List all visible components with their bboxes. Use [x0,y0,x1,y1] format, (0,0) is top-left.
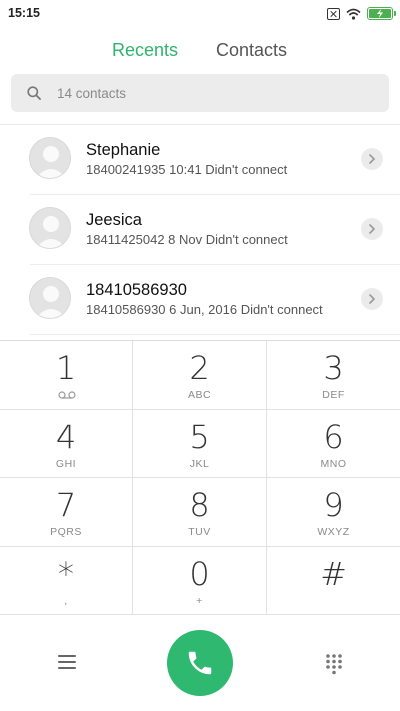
phone-icon [188,651,212,675]
avatar [29,137,71,179]
search-icon [27,86,41,100]
voicemail-icon [58,391,76,399]
key-digit: 2 [189,349,210,387]
contact-name: 18410586930 [86,281,187,299]
avatar [29,277,71,319]
wifi-icon [346,8,361,20]
status-bar: 15:15 [0,0,400,28]
recents-list: Stephanie 18400241935 10:41 Didn't conne… [0,125,400,335]
key-digit: 1 [55,349,77,387]
battery-charging-icon [367,7,396,20]
contact-name: Jeesica [86,211,142,229]
bottom-action-bar [0,615,400,711]
contact-details-button[interactable] [361,148,383,170]
key-letters: JKL [189,458,210,470]
tab-recents[interactable]: Recents [112,40,178,61]
key-letters: + [196,595,203,607]
chevron-right-icon [369,154,376,164]
key-letters: PQRS [50,526,82,538]
dial-key-hash[interactable]: # [267,547,400,615]
dial-key-7[interactable]: 7 PQRS [0,478,133,547]
dial-key-4[interactable]: 4 GHI [0,410,133,478]
dial-key-6[interactable]: 6 MNO [267,410,400,478]
chevron-right-icon [369,294,376,304]
notification-box-icon [327,7,340,20]
contact-details-button[interactable] [361,288,383,310]
key-digit: 5 [189,418,210,456]
status-time: 15:15 [8,6,40,20]
key-digit: # [320,555,347,593]
tab-bar: Recents Contacts [0,40,400,64]
key-digit: 6 [323,418,344,456]
dial-key-0[interactable]: 0 + [133,547,267,615]
call-detail: 18400241935 10:41 Didn't connect [86,162,288,177]
key-letters: TUV [188,526,211,538]
key-letters: , [64,595,68,607]
key-digit: 9 [323,486,344,524]
menu-icon[interactable] [58,655,76,671]
key-digit: 3 [323,349,344,387]
contact-details-button[interactable] [361,218,383,240]
recent-call-row[interactable]: Jeesica 18411425042 8 Nov Didn't connect [0,195,400,265]
key-letters: WXYZ [317,526,350,538]
key-digit: * [58,555,74,593]
dial-key-2[interactable]: 2 ABC [133,341,267,410]
contact-name: Stephanie [86,141,161,159]
recent-call-row[interactable]: 18410586930 18410586930 6 Jun, 2016 Didn… [0,265,400,335]
person-icon [36,286,66,318]
key-letters: DEF [322,389,345,401]
search-input[interactable] [57,74,357,112]
search-bar[interactable] [11,74,389,112]
tab-contacts[interactable]: Contacts [216,40,287,61]
key-digit: 0 [189,555,210,593]
dial-key-star[interactable]: * , [0,547,133,615]
call-button[interactable] [167,630,233,696]
chevron-right-icon [369,224,376,234]
status-icons [327,7,396,20]
key-letters: ABC [187,389,212,401]
keypad-icon[interactable] [325,653,343,675]
key-digit: 4 [55,418,77,456]
recent-call-row[interactable]: Stephanie 18400241935 10:41 Didn't conne… [0,125,400,195]
person-icon [36,216,66,248]
key-letters: GHI [55,458,77,470]
key-digit: 8 [189,486,210,524]
dial-key-3[interactable]: 3 DEF [267,341,400,410]
dial-key-5[interactable]: 5 JKL [133,410,267,478]
call-detail: 18410586930 6 Jun, 2016 Didn't connect [86,302,323,317]
dial-pad: 1 2 ABC 3 DEF 4 GHI 5 JKL 6 MNO 7 PQRS 8… [0,340,400,615]
avatar [29,207,71,249]
key-letters: MNO [320,458,347,470]
key-digit: 7 [55,486,77,524]
call-detail: 18411425042 8 Nov Didn't connect [86,232,288,247]
person-icon [36,146,66,178]
dial-key-1[interactable]: 1 [0,341,133,410]
dial-key-9[interactable]: 9 WXYZ [267,478,400,547]
dial-key-8[interactable]: 8 TUV [133,478,267,547]
